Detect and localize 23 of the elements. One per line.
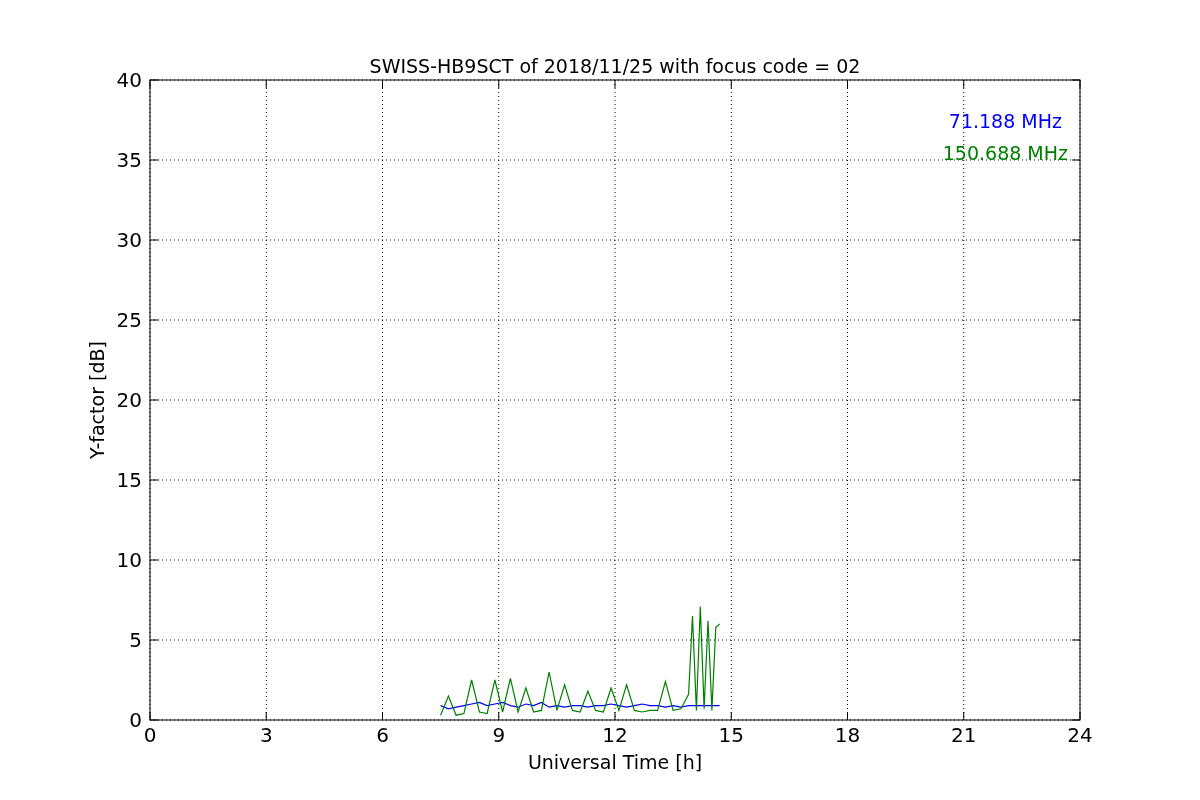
x-tick-label: 6 <box>376 723 389 747</box>
x-tick-label: 3 <box>259 723 273 747</box>
x-tick-label: 24 <box>1067 723 1093 747</box>
x-tick-label: 9 <box>492 723 506 747</box>
y-tick-label: 0 <box>129 708 142 732</box>
x-axis-label: Universal Time [h] <box>527 751 703 773</box>
y-tick-label: 5 <box>129 628 142 652</box>
x-tick-label: 12 <box>602 723 628 747</box>
y-tick-label: 10 <box>116 548 142 572</box>
y-tick-label: 30 <box>116 228 142 252</box>
y-tick-label: 35 <box>116 148 142 172</box>
y-tick-label: 15 <box>116 468 142 492</box>
legend-label: 71.188 MHz <box>948 110 1062 132</box>
y-tick-label: 40 <box>116 68 142 92</box>
y-tick-label: 25 <box>116 308 142 332</box>
x-tick-label: 21 <box>951 723 977 747</box>
x-tick-label: 18 <box>834 723 861 747</box>
y-tick-label: 20 <box>116 388 142 412</box>
legend-label: 150.688 MHz <box>942 142 1068 164</box>
x-tick-label: 0 <box>143 723 157 747</box>
x-tick-label: 15 <box>718 723 744 747</box>
chart-title: SWISS-HB9SCT of 2018/11/25 with focus code = 02 <box>369 55 861 77</box>
y-axis-label: Y-factor [dB] <box>86 341 108 459</box>
